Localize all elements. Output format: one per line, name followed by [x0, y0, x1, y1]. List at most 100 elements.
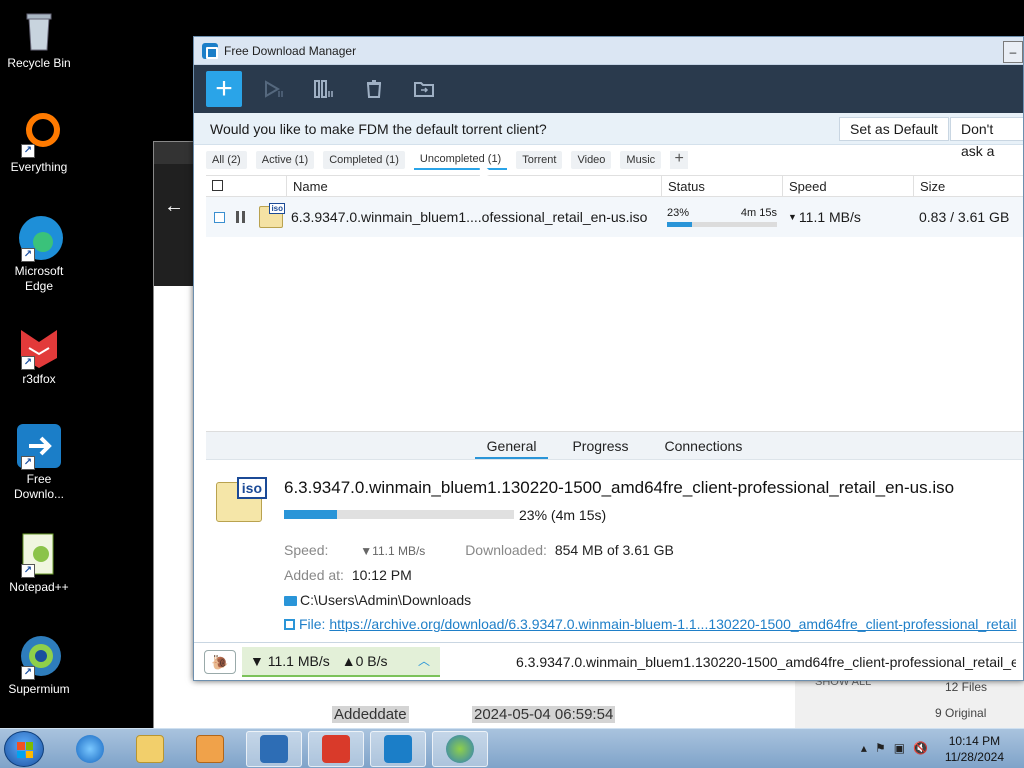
current-file-text: 6.3.9347.0.winmain_bluem1.130220-1500_am…: [516, 653, 1016, 670]
file-label: File:: [299, 616, 326, 632]
download-name: 6.3.9347.0.winmain_bluem1....ofessional_…: [291, 209, 648, 225]
column-size[interactable]: Size: [913, 176, 1024, 198]
iso-file-icon: iso: [259, 203, 285, 228]
tab-general[interactable]: General: [474, 432, 549, 459]
added-value: 10:12 PM: [351, 567, 412, 583]
desktop-icon-supermium[interactable]: ↗ Supermium: [4, 632, 74, 697]
row-checkbox[interactable]: [214, 211, 225, 223]
detail-speed-line: Speed: ▼11.1 MB/s Downloaded: 854 MB of …: [284, 542, 674, 558]
notice-text: Would you like to make FDM the default t…: [210, 120, 547, 137]
system-tray: ▴ ⚑ ▣ 🔇: [861, 741, 928, 755]
dont-ask-button[interactable]: Don't ask a: [950, 117, 1023, 159]
detail-panel: General Progress Connections iso 6.3.934…: [206, 431, 1023, 642]
desktop-icon-fdm[interactable]: ↗ Free Downlo...: [4, 422, 74, 502]
filter-video[interactable]: Video: [571, 151, 612, 169]
tab-progress[interactable]: Progress: [560, 432, 640, 459]
desktop-icon-label: Free Downlo...: [13, 472, 65, 501]
download-speed-total: ▼ 11.1 MB/s: [250, 652, 330, 669]
iso-file-large-icon: iso: [216, 477, 267, 522]
back-arrow-icon[interactable]: ←: [154, 186, 194, 226]
default-client-notice: Would you like to make FDM the default t…: [194, 113, 1023, 159]
select-all-checkbox[interactable]: [212, 180, 223, 191]
app-icon: [260, 735, 288, 763]
taskbar-app-2[interactable]: [308, 731, 364, 767]
filter-all[interactable]: All (2): [206, 151, 247, 169]
upload-speed-total: ▲0 B/s: [341, 652, 388, 669]
resume-button[interactable]: [256, 71, 292, 107]
shortcut-arrow-icon: ↗: [21, 456, 35, 470]
start-button[interactable]: [4, 731, 44, 767]
edge-icon: ↗: [15, 214, 63, 262]
taskbar-fdm[interactable]: [370, 731, 426, 767]
minimize-button[interactable]: –: [1003, 41, 1023, 63]
tab-connections[interactable]: Connections: [653, 432, 755, 459]
taskbar-app-1[interactable]: [246, 731, 302, 767]
pause-icon: [314, 80, 333, 98]
filter-music[interactable]: Music: [620, 151, 662, 169]
download-row[interactable]: iso 6.3.9347.0.winmain_bluem1....ofessio…: [206, 197, 1023, 237]
set-as-default-button[interactable]: Set as Default: [839, 117, 949, 141]
pause-button[interactable]: [236, 197, 245, 237]
desktop-icon-notepad-plus-plus[interactable]: ↗ Notepad++: [4, 530, 74, 595]
column-speed[interactable]: Speed: [782, 176, 913, 198]
down-arrow-icon: ▼: [250, 652, 264, 669]
desktop-icon-label: Notepad++: [9, 580, 69, 594]
toolbar: +: [194, 65, 1023, 113]
desktop-icon-edge[interactable]: ↗ Microsoft Edge: [4, 214, 74, 294]
clock[interactable]: 10:14 PM 11/28/2024: [945, 733, 1004, 765]
network-icon[interactable]: ▣: [894, 741, 905, 755]
flag-icon[interactable]: ⚑: [875, 741, 886, 755]
column-name[interactable]: Name: [286, 176, 661, 198]
download-percent: 23%: [667, 207, 690, 219]
file-url-link[interactable]: https://archive.org/download/6.3.9347.0.…: [329, 616, 1016, 632]
desktop-icon-everything[interactable]: ↗ Everything: [4, 110, 74, 175]
detail-tabs: General Progress Connections: [206, 432, 1023, 460]
media-player-icon: [196, 735, 224, 763]
filter-active[interactable]: Active (1): [255, 151, 315, 169]
up-arrow-icon: ▲: [341, 652, 356, 669]
list-header: Name Status Speed Size: [206, 175, 1024, 198]
desktop-icon-r3dfox[interactable]: ↗ r3dfox: [4, 322, 74, 387]
toolbox-icon: [322, 735, 350, 763]
pause-all-button[interactable]: [306, 71, 342, 107]
addeddate-label: Addeddate: [332, 706, 409, 723]
download-size: 0.83 / 3.61 GB: [919, 209, 1010, 225]
download-speed: ▼ 11.1 MB/s: [788, 209, 861, 225]
volume-muted-icon[interactable]: 🔇: [913, 741, 928, 755]
add-download-button[interactable]: +: [206, 71, 242, 107]
title-bar[interactable]: Free Download Manager –: [194, 37, 1023, 65]
download-progress-bar: [667, 222, 777, 227]
desktop-icon-label: Supermium: [8, 682, 70, 696]
fdm-icon: ↗: [15, 422, 63, 470]
supermium-icon: [446, 735, 474, 763]
trash-icon: [366, 80, 382, 98]
download-folder[interactable]: C:\Users\Admin\Downloads: [284, 592, 471, 608]
move-to-folder-button[interactable]: [406, 71, 442, 107]
snail-mode-icon[interactable]: 🐌: [204, 649, 236, 674]
pause-icon: [236, 211, 245, 223]
desktop-icon-label: r3dfox: [22, 372, 56, 386]
r3dfox-icon: ↗: [15, 322, 63, 370]
desktop-icon-label: Recycle Bin: [7, 56, 71, 70]
column-status[interactable]: Status: [661, 176, 782, 198]
delete-button[interactable]: [356, 71, 392, 107]
taskbar-file-explorer[interactable]: [122, 731, 178, 767]
recycle-bin-icon: [15, 6, 63, 54]
filter-torrent[interactable]: Torrent: [516, 151, 563, 169]
taskbar-internet-explorer[interactable]: [62, 731, 118, 767]
add-filter-button[interactable]: +: [670, 151, 689, 169]
internet-explorer-icon: [76, 735, 104, 763]
desktop-icon-recycle-bin[interactable]: Recycle Bin: [4, 6, 74, 71]
added-label: Added at:: [284, 567, 344, 583]
speed-summary[interactable]: ▼ 11.1 MB/s ▲0 B/s ︿: [242, 646, 440, 677]
chevron-up-icon[interactable]: ︿: [418, 652, 430, 669]
fdm-icon: [384, 735, 412, 763]
taskbar-supermium[interactable]: [432, 731, 488, 767]
play-icon: [265, 80, 283, 98]
filter-uncompleted[interactable]: Uncompleted (1): [413, 150, 508, 170]
everything-icon: ↗: [15, 110, 63, 158]
filter-completed[interactable]: Completed (1): [323, 151, 405, 169]
shortcut-arrow-icon: ↗: [21, 144, 35, 158]
show-hidden-icons-icon[interactable]: ▴: [861, 741, 867, 755]
taskbar-media-player[interactable]: [182, 731, 238, 767]
